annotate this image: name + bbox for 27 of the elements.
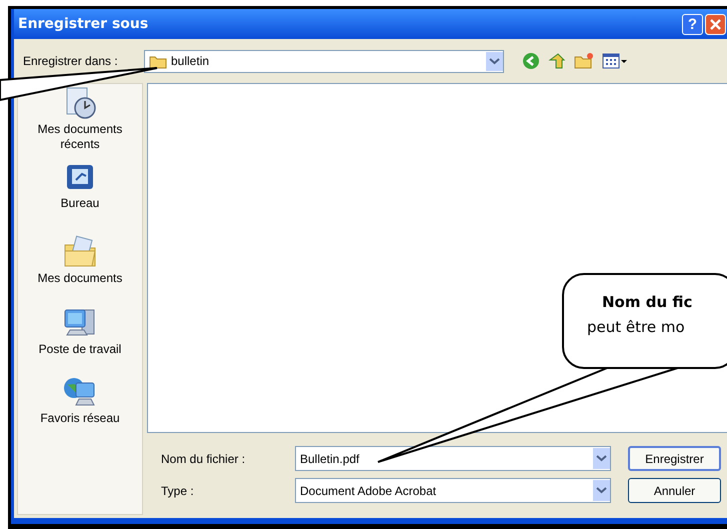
help-button[interactable]: ?	[682, 14, 703, 34]
places-item[interactable]: Mes documents	[21, 235, 139, 286]
cancel-button[interactable]: Annuler	[628, 478, 721, 503]
window-title: Enregistrer sous	[18, 14, 150, 34]
save-button[interactable]: Enregistrer	[628, 446, 721, 471]
type-dropdown[interactable]: Document Adobe Acrobat	[295, 478, 611, 503]
back-icon[interactable]	[522, 52, 540, 70]
type-label: Type :	[160, 482, 195, 500]
type-value: Document Adobe Acrobat	[300, 482, 438, 500]
places-item[interactable]: Bureau	[21, 162, 139, 211]
places-item[interactable]: Favoris réseau	[21, 375, 139, 426]
new-folder-icon[interactable]	[574, 52, 594, 70]
callout-text: Nom du fic	[602, 292, 694, 313]
folder-documents-icon	[62, 235, 98, 269]
callout-text: peut être mo	[587, 316, 686, 338]
places-item[interactable]: Poste de travail	[21, 306, 139, 357]
location-value: bulletin	[171, 53, 210, 70]
filename-label: Nom du fichier :	[160, 450, 246, 468]
up-arrow-icon[interactable]	[548, 52, 566, 70]
location-label: Enregistrer dans :	[22, 53, 119, 70]
folder-icon	[149, 54, 167, 68]
filename-field[interactable]: Bulletin.pdf	[295, 446, 611, 471]
filename-value: Bulletin.pdf	[300, 450, 360, 468]
close-icon[interactable]	[705, 14, 726, 34]
view-menu-icon[interactable]	[602, 52, 628, 70]
location-dropdown[interactable]: bulletin	[144, 50, 504, 72]
places-item[interactable]: Mes documents récents	[21, 86, 139, 152]
